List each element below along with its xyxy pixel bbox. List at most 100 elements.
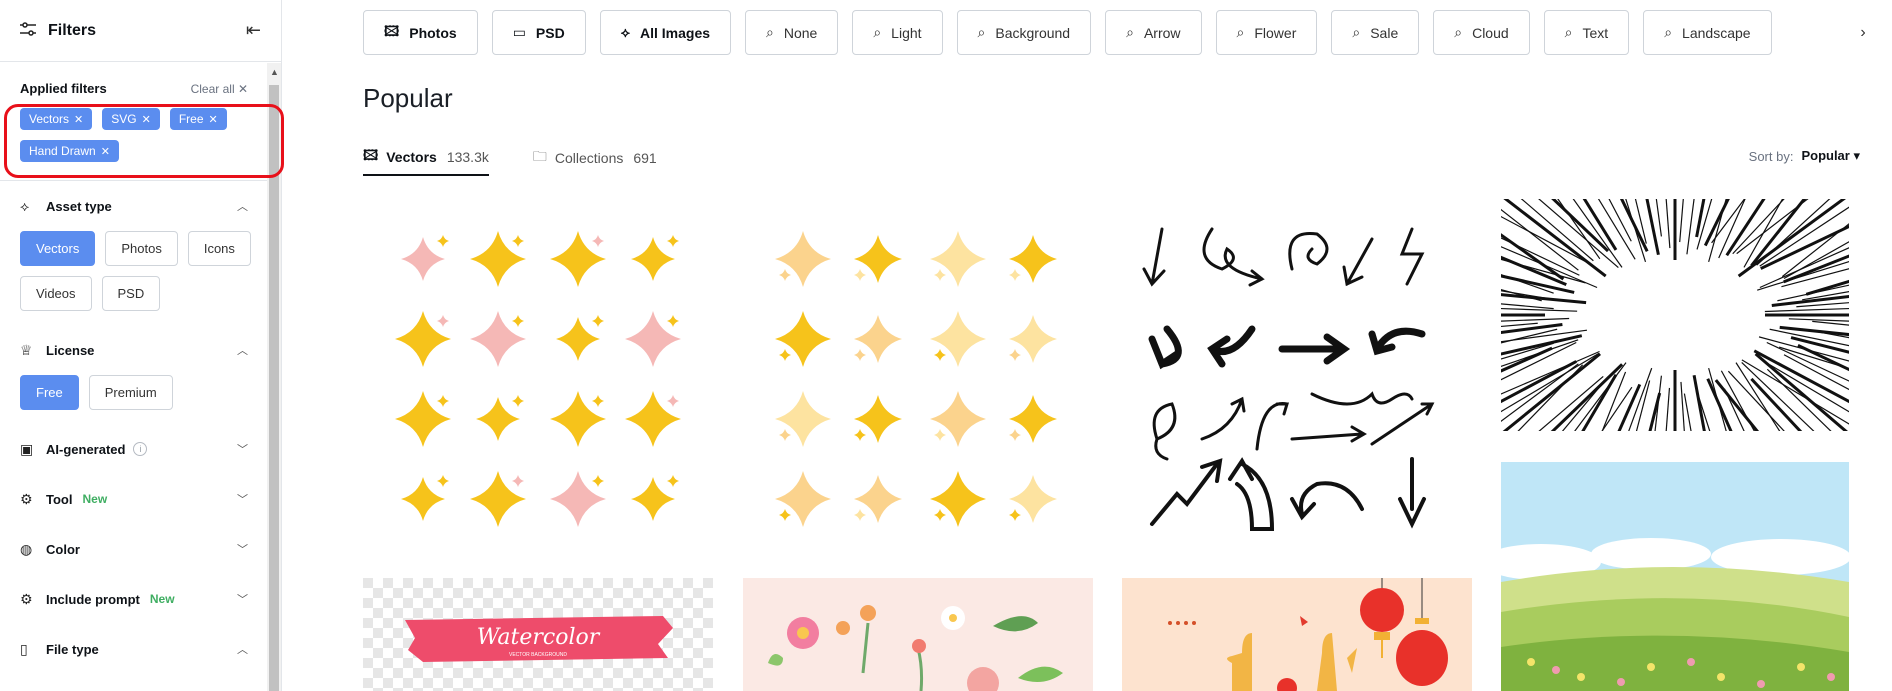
photo-icon: 🖾 <box>384 22 400 39</box>
sparkles-illustration <box>775 231 1057 527</box>
section-license: ♕ License ︿ Free Premium <box>0 325 268 424</box>
topbar-none[interactable]: ⌕ None <box>745 10 839 55</box>
remove-icon[interactable]: ✕ <box>101 145 110 158</box>
file-type-header[interactable]: ▯ File type ︿ <box>20 624 248 674</box>
chip-vectors[interactable]: Vectors ✕ <box>20 108 93 130</box>
speed-line <box>1582 199 1618 251</box>
include-prompt-header[interactable]: ⚙ Include prompt New ﹀ <box>20 574 248 624</box>
topbar-background[interactable]: ⌕ Background <box>956 10 1092 55</box>
result-card-sparkles-light[interactable] <box>743 199 1093 549</box>
section-label: AI-generated <box>46 441 126 457</box>
result-card-sparkles[interactable] <box>363 199 713 549</box>
chevron-down-icon: ﹀ <box>237 594 248 606</box>
new-badge: New <box>82 492 108 506</box>
result-card-lanterns[interactable] <box>1122 578 1472 691</box>
sparkle-shape <box>775 391 831 447</box>
ai-generated-header[interactable]: ▣ AI-generated i ﹀ <box>20 424 248 474</box>
filters-sidebar: Filters ⇤ Applied filters Clear all ✕ Ve… <box>0 0 284 691</box>
result-card-arrows[interactable] <box>1122 199 1472 549</box>
option-videos[interactable]: Videos <box>20 276 92 311</box>
sparkle-shape <box>854 429 866 441</box>
tab-collections[interactable]: 🗀 Collections 691 <box>533 140 657 176</box>
topbar-label: Arrow <box>1143 24 1181 41</box>
sparkle-shape <box>592 475 604 487</box>
speed-line <box>1654 375 1663 431</box>
sparkle-shape <box>930 311 986 367</box>
topbar-label: Flower <box>1254 24 1297 41</box>
asset-type-header[interactable]: ⟡ Asset type ︿ <box>20 181 248 231</box>
topbar-light[interactable]: ⌕ Light <box>852 10 943 55</box>
topbar-landscape[interactable]: ⌕ Landscape <box>1643 10 1772 55</box>
chevron-right-icon[interactable]: › <box>1834 10 1892 56</box>
speed-line <box>1617 383 1642 431</box>
license-header[interactable]: ♕ License ︿ <box>20 325 248 375</box>
result-card-flowers[interactable] <box>743 578 1093 691</box>
topbar-photos[interactable]: 🖾 Photos <box>363 10 478 55</box>
shapes-icon: ⟡ <box>620 24 630 40</box>
sparkle-shape <box>437 315 449 327</box>
sparkle-shape <box>667 315 679 327</box>
option-premium[interactable]: Premium <box>88 375 173 410</box>
topbar-flower[interactable]: ⌕ Flower <box>1215 10 1318 55</box>
topbar-sale[interactable]: ⌕ Sale <box>1331 10 1420 55</box>
topbar-text[interactable]: ⌕ Text <box>1543 10 1630 55</box>
chip-svg[interactable]: SVG ✕ <box>102 108 160 130</box>
result-card-landscape[interactable] <box>1501 462 1849 691</box>
result-card-watercolor[interactable]: Watercolor VECTOR BACKGROUND <box>363 578 713 691</box>
tab-label: Collections <box>554 150 624 166</box>
watercolor-subtext: VECTOR BACKGROUND <box>509 652 567 658</box>
speed-line <box>1550 363 1624 431</box>
info-icon[interactable]: i <box>133 442 148 456</box>
chip-free[interactable]: Free ✕ <box>169 108 227 130</box>
speed-line <box>1665 387 1671 431</box>
topbar-psd[interactable]: ▭ PSD <box>491 10 586 55</box>
color-header[interactable]: ◍ Color ﹀ <box>20 524 248 574</box>
file-icon: ▯ <box>20 640 28 657</box>
sparkle-shape <box>437 235 449 247</box>
scrollbar-thumb[interactable] <box>269 85 279 691</box>
topbar-all-images[interactable]: ⟡ All Images <box>599 10 732 55</box>
result-card-speed-lines[interactable] <box>1501 199 1849 431</box>
clear-all-link[interactable]: Clear all ✕ <box>191 82 248 96</box>
tab-vectors[interactable]: 🖾 Vectors 133.3k <box>363 140 489 176</box>
lanterns-illustration <box>1122 578 1472 691</box>
section-tool: ⚙ Tool New ﹀ <box>0 474 268 524</box>
option-photos[interactable]: Photos <box>105 231 178 266</box>
sparkle-shape <box>631 477 675 521</box>
speed-line <box>1771 294 1849 307</box>
chevron-up-icon: ︿ <box>237 644 248 656</box>
sparkle-shape <box>1009 509 1021 521</box>
speed-line <box>1679 199 1684 243</box>
section-label: Tool <box>46 491 73 507</box>
option-icons[interactable]: Icons <box>187 231 251 266</box>
watercolor-text: Watercolor <box>477 625 601 650</box>
sidebar-scroll-area[interactable]: Applied filters Clear all ✕ Vectors ✕ SVG… <box>0 63 282 691</box>
option-vectors[interactable]: Vectors <box>20 231 96 266</box>
speed-line <box>1680 381 1685 431</box>
tool-header[interactable]: ⚙ Tool New ﹀ <box>20 474 248 524</box>
sparkle-shape <box>775 311 831 367</box>
option-free[interactable]: Free <box>20 375 79 410</box>
remove-icon[interactable]: ✕ <box>74 113 83 126</box>
remove-icon[interactable]: ✕ <box>142 113 151 126</box>
collapse-sidebar-icon[interactable]: ⇤ <box>246 20 261 41</box>
topbar-label: Cloud <box>1472 24 1509 41</box>
palette-icon: ◍ <box>20 540 33 557</box>
topbar-arrow[interactable]: ⌕ Arrow <box>1105 10 1202 55</box>
option-psd[interactable]: PSD <box>101 276 161 311</box>
section-label: Asset type <box>46 198 112 214</box>
crown-icon: ♕ <box>20 341 33 358</box>
section-file-type: ▯ File type ︿ <box>0 624 268 674</box>
scroll-up-icon[interactable]: ▲ <box>270 67 279 77</box>
sparkle-shape <box>775 231 831 287</box>
chip-hand-drawn[interactable]: Hand Drawn ✕ <box>20 140 119 162</box>
result-tabs: 🖾 Vectors 133.3k 🗀 Collections 691 <box>363 140 657 178</box>
sidebar-scrollbar[interactable]: ▲ <box>267 63 281 691</box>
topbar-cloud[interactable]: ⌕ Cloud <box>1433 10 1530 55</box>
speed-lines-illustration <box>1501 199 1849 431</box>
search-icon: ⌕ <box>1126 24 1134 40</box>
sort-dropdown[interactable]: Popular ▾ <box>1801 148 1860 164</box>
speed-line <box>1635 380 1651 431</box>
sort-control: Sort by: Popular ▾ <box>1749 148 1860 164</box>
remove-icon[interactable]: ✕ <box>209 113 218 126</box>
